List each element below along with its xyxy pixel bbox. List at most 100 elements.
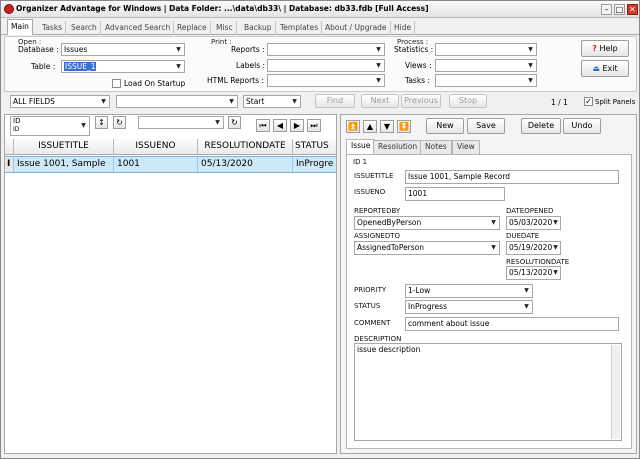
maximize-button[interactable]: □ bbox=[614, 4, 625, 15]
assignedto-select[interactable]: AssignedToPerson ▼ bbox=[354, 241, 500, 255]
reports-select[interactable]: ▼ bbox=[267, 43, 385, 56]
filter-select[interactable]: ▼ bbox=[138, 116, 224, 129]
duedate-value: 05/19/2020 bbox=[509, 243, 553, 252]
split-panels-checkbox[interactable]: ✓ bbox=[584, 97, 593, 106]
chevron-down-icon: ▼ bbox=[376, 77, 381, 84]
sort-field-select[interactable]: ID ID ▼ bbox=[10, 116, 90, 136]
tab-tasks[interactable]: Tasks bbox=[39, 21, 67, 35]
statistics-label: Statistics : bbox=[394, 45, 434, 54]
tab-about-upgrade[interactable]: About / Upgrade bbox=[322, 21, 391, 35]
next-button[interactable]: Next bbox=[361, 94, 399, 108]
exit-icon: ⏏ bbox=[592, 64, 600, 73]
previous-button[interactable]: Previous bbox=[401, 94, 441, 108]
search-field-select[interactable]: ALL FIELDS ▼ bbox=[10, 95, 110, 108]
tab-replace[interactable]: Replace bbox=[174, 21, 211, 35]
sort-field-value: ID bbox=[13, 117, 21, 125]
new-button[interactable]: New bbox=[426, 118, 464, 134]
help-label: Help bbox=[599, 44, 618, 53]
dateopened-field[interactable]: 05/03/2020 ▼ bbox=[506, 216, 561, 230]
database-select[interactable]: Issues ▼ bbox=[61, 43, 185, 56]
cell-resolutiondate: 05/13/2020 bbox=[198, 157, 293, 172]
reportedby-select[interactable]: OpenedByPerson ▼ bbox=[354, 216, 500, 230]
html-reports-label: HTML Reports : bbox=[207, 76, 264, 85]
grid-corner bbox=[5, 139, 14, 155]
move-last-icon[interactable]: ⏬ bbox=[397, 120, 411, 133]
issueno-field[interactable]: 1001 bbox=[405, 187, 505, 201]
reportedby-label: REPORTEDBY bbox=[354, 207, 401, 215]
statistics-select[interactable]: ▼ bbox=[435, 43, 537, 56]
tab-hide[interactable]: Hide bbox=[391, 21, 416, 35]
help-button[interactable]: ? Help bbox=[581, 40, 629, 57]
views-select[interactable]: ▼ bbox=[435, 59, 537, 72]
column-header-issueno[interactable]: ISSUENO bbox=[114, 139, 198, 155]
resolutiondate-field[interactable]: 05/13/2020 ▼ bbox=[506, 266, 561, 280]
chevron-down-icon: ▼ bbox=[176, 46, 181, 53]
load-on-startup-label: Load On Startup bbox=[124, 79, 186, 88]
cell-issuetitle: Issue 1001, Sample bbox=[14, 157, 114, 172]
labels-select[interactable]: ▼ bbox=[267, 59, 385, 72]
search-input[interactable]: ▼ bbox=[116, 95, 238, 108]
move-down-icon[interactable]: ▼ bbox=[380, 120, 394, 133]
tab-main[interactable]: Main bbox=[7, 19, 33, 35]
save-button[interactable]: Save bbox=[467, 118, 505, 134]
detail-tab-view[interactable]: View bbox=[452, 140, 480, 154]
next-record-icon[interactable]: ▶ bbox=[290, 119, 304, 132]
table-row[interactable]: I Issue 1001, Sample 1001 05/13/2020 InP… bbox=[5, 156, 336, 173]
sort-direction-icon[interactable]: ↕ bbox=[95, 116, 108, 129]
close-button[interactable]: ✕ bbox=[627, 4, 638, 15]
first-record-icon[interactable]: ⏮ bbox=[256, 119, 270, 132]
stop-button[interactable]: Stop bbox=[449, 94, 487, 108]
priority-select[interactable]: 1-Low ▼ bbox=[405, 284, 533, 298]
load-on-startup-checkbox[interactable] bbox=[112, 79, 121, 88]
description-scrollbar[interactable] bbox=[611, 345, 620, 439]
tab-misc[interactable]: Misc bbox=[213, 21, 237, 35]
database-label: Database : bbox=[18, 45, 59, 54]
description-value: issue description bbox=[357, 345, 421, 354]
detail-tab-notes[interactable]: Notes bbox=[420, 140, 452, 154]
tasks-select[interactable]: ▼ bbox=[435, 74, 537, 87]
table-value: ISSUE_1 bbox=[64, 62, 97, 71]
description-field[interactable]: issue description bbox=[354, 343, 622, 441]
comment-field[interactable]: comment about issue bbox=[405, 317, 619, 331]
tab-advanced-search[interactable]: Advanced Search bbox=[102, 21, 175, 35]
detail-tab-resolution[interactable]: Resolution bbox=[373, 140, 423, 154]
undo-button[interactable]: Undo bbox=[563, 118, 601, 134]
database-value: Issues bbox=[64, 45, 88, 54]
exit-button[interactable]: ⏏ Exit bbox=[581, 60, 629, 77]
refresh-icon[interactable]: ↻ bbox=[113, 116, 126, 129]
status-select[interactable]: InProgress ▼ bbox=[405, 300, 533, 314]
prev-record-icon[interactable]: ◀ bbox=[273, 119, 287, 132]
detail-tab-issue[interactable]: Issue bbox=[346, 139, 376, 155]
html-reports-select[interactable]: ▼ bbox=[267, 74, 385, 87]
column-header-resolutiondate[interactable]: RESOLUTIONDATE bbox=[198, 139, 293, 155]
tab-backup[interactable]: Backup bbox=[241, 21, 276, 35]
minimize-button[interactable]: – bbox=[601, 4, 612, 15]
move-up-icon[interactable]: ▲ bbox=[363, 120, 377, 133]
find-button[interactable]: Find bbox=[315, 94, 355, 108]
help-icon: ? bbox=[592, 44, 597, 53]
chevron-down-icon: ▼ bbox=[553, 269, 558, 276]
row-marker: I bbox=[5, 157, 14, 172]
filter-refresh-icon[interactable]: ↻ bbox=[228, 116, 241, 129]
duedate-field[interactable]: 05/19/2020 ▼ bbox=[506, 241, 561, 255]
chevron-down-icon: ▼ bbox=[528, 77, 533, 84]
sort-field-sub: ID bbox=[13, 126, 20, 133]
search-mode-value: Start bbox=[246, 97, 265, 106]
tab-search[interactable]: Search bbox=[68, 21, 101, 35]
delete-button[interactable]: Delete bbox=[521, 118, 561, 134]
chevron-down-icon: ▼ bbox=[528, 62, 533, 69]
table-label: Table : bbox=[31, 62, 56, 71]
search-mode-select[interactable]: Start ▼ bbox=[243, 95, 301, 108]
chevron-down-icon: ▼ bbox=[292, 98, 297, 105]
table-select[interactable]: ISSUE_1 ▼ bbox=[61, 60, 185, 73]
last-record-icon[interactable]: ⏭ bbox=[307, 119, 321, 132]
issuetitle-field[interactable]: Issue 1001, Sample Record bbox=[405, 170, 619, 184]
tab-templates[interactable]: Templates bbox=[277, 21, 323, 35]
column-header-status[interactable]: STATUS bbox=[293, 139, 336, 155]
move-first-icon[interactable]: ⏫ bbox=[346, 120, 360, 133]
chevron-down-icon: ▼ bbox=[81, 122, 86, 129]
column-header-issuetitle[interactable]: ISSUETITLE bbox=[14, 139, 114, 155]
labels-label: Labels : bbox=[236, 61, 266, 70]
chevron-down-icon: ▼ bbox=[528, 46, 533, 53]
views-label: Views : bbox=[405, 61, 432, 70]
